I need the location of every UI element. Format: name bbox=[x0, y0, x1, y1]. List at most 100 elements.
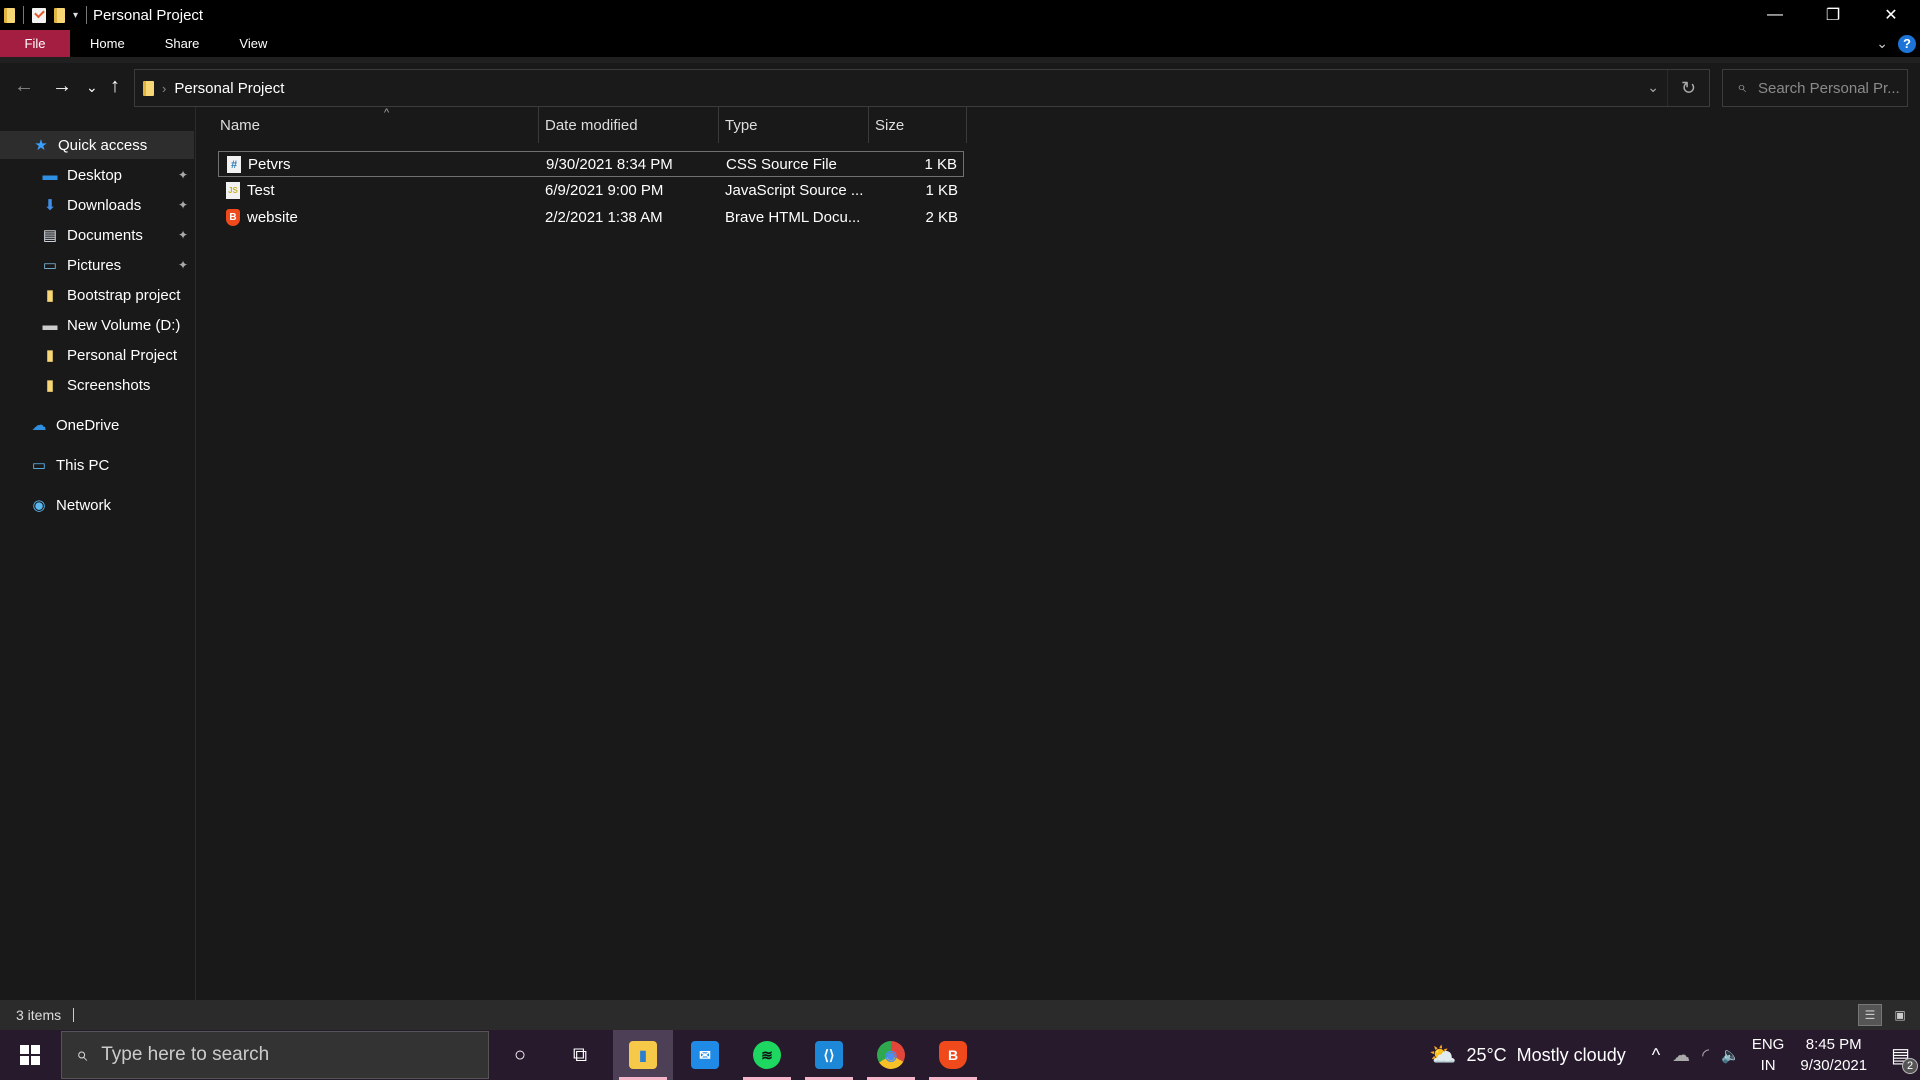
large-icons-view-button[interactable]: ▣ bbox=[1888, 1004, 1912, 1026]
up-button[interactable]: ↑ bbox=[110, 75, 120, 98]
taskbar-app-chrome[interactable]: ◉ bbox=[861, 1030, 921, 1080]
tab-view[interactable]: View bbox=[219, 30, 287, 57]
navigation-bar: ← → ⌄ ↑ › Personal Project ⌄ ↻ ⌕ Search … bbox=[0, 57, 1920, 107]
taskbar-search-input[interactable]: ⌕ Type here to search bbox=[61, 1031, 489, 1079]
tab-home[interactable]: Home bbox=[70, 30, 145, 57]
sidebar-item-this-pc[interactable]: ▭ This PC bbox=[0, 451, 194, 479]
sidebar-item-screenshots[interactable]: ▮ Screenshots bbox=[0, 371, 194, 399]
ribbon-tabs: File Home Share View ⌄ ? bbox=[0, 30, 1920, 57]
region-code: IN bbox=[1760, 1057, 1776, 1074]
column-label: Date modified bbox=[545, 116, 638, 134]
file-row[interactable]: # Petvrs 9/30/2021 8:34 PM CSS Source Fi… bbox=[218, 151, 964, 177]
sidebar-item-label: Bootstrap project bbox=[67, 286, 181, 304]
new-folder-icon[interactable] bbox=[54, 7, 65, 23]
clock-date: 9/30/2021 bbox=[1800, 1057, 1868, 1074]
onedrive-icon: ☁ bbox=[31, 417, 47, 434]
breadcrumb-personal-project[interactable]: Personal Project bbox=[174, 80, 284, 97]
window-title: Personal Project bbox=[93, 6, 204, 24]
sidebar-item-network[interactable]: ◉ Network bbox=[0, 491, 194, 519]
weather-temperature: 25°C bbox=[1466, 1044, 1507, 1065]
sidebar-item-label: New Volume (D:) bbox=[67, 316, 181, 334]
divider bbox=[73, 1008, 75, 1022]
minimize-button[interactable]: — bbox=[1746, 0, 1804, 30]
sidebar-item-desktop[interactable]: ▬ Desktop ✦ bbox=[0, 161, 194, 189]
taskbar-app-mail[interactable]: ✉ bbox=[675, 1030, 735, 1080]
file-type: Brave HTML Docu... bbox=[725, 209, 861, 226]
sidebar-item-quick-access[interactable]: ★ Quick access bbox=[0, 131, 194, 159]
sidebar-item-label: Quick access bbox=[58, 136, 148, 154]
file-name: Petvrs bbox=[248, 156, 291, 173]
js-file-icon: JS bbox=[226, 182, 240, 199]
pin-icon[interactable]: ✦ bbox=[178, 228, 188, 242]
address-bar[interactable]: › Personal Project ⌄ ↻ bbox=[134, 69, 1710, 107]
column-label: Size bbox=[875, 116, 905, 134]
forward-button[interactable]: → bbox=[52, 75, 72, 98]
taskbar-app-spotify[interactable]: ≋ bbox=[737, 1030, 797, 1080]
sidebar-item-pictures[interactable]: ▭ Pictures ✦ bbox=[0, 251, 194, 279]
title-bar: ▾ Personal Project — ❐ ✕ bbox=[0, 0, 1920, 30]
drive-icon: ▬ bbox=[42, 316, 58, 334]
recent-locations-button[interactable]: ⌄ bbox=[86, 79, 98, 96]
sidebar-item-personal-project[interactable]: ▮ Personal Project bbox=[0, 341, 194, 369]
properties-icon[interactable] bbox=[32, 7, 46, 23]
search-input[interactable]: ⌕ Search Personal Pr... bbox=[1722, 69, 1908, 107]
cortana-icon: ○ bbox=[513, 1043, 527, 1066]
file-row[interactable]: B website 2/2/2021 1:38 AM Brave HTML Do… bbox=[218, 205, 964, 231]
show-hidden-icons-button[interactable]: ^ bbox=[1652, 1045, 1660, 1066]
language-indicator[interactable]: ENG IN bbox=[1752, 1034, 1785, 1076]
sidebar-item-downloads[interactable]: ⬇ Downloads ✦ bbox=[0, 191, 194, 219]
search-placeholder: Search Personal Pr... bbox=[1757, 79, 1900, 97]
taskbar-search-placeholder: Type here to search bbox=[101, 1044, 270, 1065]
tab-share[interactable]: Share bbox=[145, 30, 220, 57]
sidebar-item-documents[interactable]: ▤ Documents ✦ bbox=[0, 221, 194, 249]
address-dropdown-icon[interactable]: ⌄ bbox=[1647, 79, 1659, 96]
expand-ribbon-icon[interactable]: ⌄ bbox=[1876, 35, 1888, 52]
column-header-type[interactable]: Type bbox=[719, 107, 869, 143]
file-row[interactable]: JS Test 6/9/2021 9:00 PM JavaScript Sour… bbox=[218, 178, 964, 204]
refresh-button[interactable]: ↻ bbox=[1667, 70, 1709, 106]
clock-time: 8:45 PM bbox=[1805, 1036, 1862, 1053]
file-name: Test bbox=[247, 182, 275, 199]
file-size: 2 KB bbox=[925, 209, 958, 226]
sidebar-item-label: Pictures bbox=[67, 256, 122, 274]
restore-button[interactable]: ❐ bbox=[1804, 0, 1862, 30]
sidebar-item-label: Network bbox=[56, 496, 112, 514]
navigation-pane: ★ Quick access ▬ Desktop ✦ ⬇ Downloads ✦… bbox=[0, 107, 196, 1000]
volume-icon[interactable]: 🔈 bbox=[1721, 1046, 1740, 1064]
pin-icon[interactable]: ✦ bbox=[178, 258, 188, 272]
file-date: 6/9/2021 9:00 PM bbox=[545, 182, 664, 199]
weather-widget[interactable]: ⛅ 25°C Mostly cloudy bbox=[1429, 1042, 1626, 1068]
spotify-icon: ≋ bbox=[753, 1041, 781, 1069]
action-center-button[interactable]: ▤ 2 bbox=[1891, 1043, 1918, 1074]
customize-toolbar-icon[interactable]: ▾ bbox=[73, 10, 78, 21]
sidebar-item-bootstrap-project[interactable]: ▮ Bootstrap project bbox=[0, 281, 194, 309]
column-header-size[interactable]: Size bbox=[869, 107, 967, 143]
taskbar-app-file-explorer[interactable]: ▮ bbox=[613, 1030, 673, 1080]
cortana-button[interactable]: ○ bbox=[490, 1030, 550, 1080]
help-icon[interactable]: ? bbox=[1898, 34, 1916, 53]
task-view-button[interactable]: ⧉ bbox=[550, 1030, 610, 1080]
divider bbox=[86, 6, 88, 24]
computer-icon: ▭ bbox=[31, 457, 47, 474]
wifi-icon[interactable]: ◜ bbox=[1702, 1045, 1709, 1066]
sidebar-item-onedrive[interactable]: ☁ OneDrive bbox=[0, 411, 194, 439]
folder-icon bbox=[143, 80, 154, 96]
back-button[interactable]: ← bbox=[14, 75, 34, 98]
sidebar-item-new-volume-d[interactable]: ▬ New Volume (D:) bbox=[0, 311, 194, 339]
onedrive-error-icon[interactable]: ☁ bbox=[1672, 1045, 1690, 1066]
column-header-date-modified[interactable]: Date modified bbox=[539, 107, 719, 143]
start-button[interactable] bbox=[0, 1030, 60, 1080]
tab-file[interactable]: File bbox=[0, 30, 70, 57]
clock[interactable]: 8:45 PM 9/30/2021 bbox=[1800, 1034, 1867, 1076]
pin-icon[interactable]: ✦ bbox=[178, 198, 188, 212]
folder-icon: ▮ bbox=[45, 347, 55, 364]
column-header-name[interactable]: Name ^ bbox=[214, 107, 539, 143]
file-list: Name ^ Date modified Type Size # Petvrs … bbox=[198, 107, 1920, 1000]
breadcrumb-separator[interactable]: › bbox=[162, 81, 166, 96]
close-button[interactable]: ✕ bbox=[1862, 0, 1920, 30]
pin-icon[interactable]: ✦ bbox=[178, 168, 188, 182]
css-file-icon: # bbox=[227, 156, 241, 173]
taskbar-app-vscode[interactable]: ⟨⟩ bbox=[799, 1030, 859, 1080]
details-view-button[interactable]: ☰ bbox=[1858, 1004, 1882, 1026]
taskbar-app-brave[interactable]: B bbox=[923, 1030, 983, 1080]
